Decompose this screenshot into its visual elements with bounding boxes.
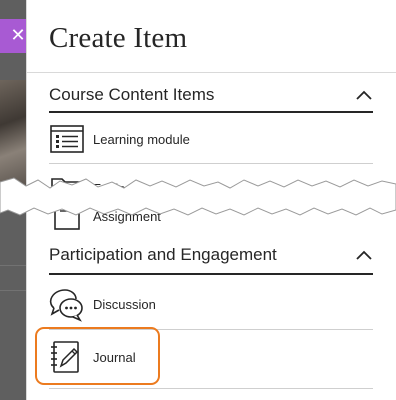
chevron-up-icon <box>355 246 373 264</box>
journal-highlight-box <box>35 327 160 385</box>
item-discussion[interactable]: Discussion <box>49 284 373 324</box>
section-label: Course Content Items <box>49 85 215 104</box>
background-divider <box>0 265 26 266</box>
item-label: Learning module <box>93 131 190 147</box>
title-divider <box>27 72 396 73</box>
section-header-course-content[interactable]: Course Content Items <box>49 80 373 110</box>
learning-module-icon <box>49 121 85 157</box>
item-divider <box>49 163 373 164</box>
background-divider <box>0 290 26 291</box>
item-label: Discussion <box>93 296 156 312</box>
panel-title: Create Item <box>49 22 188 54</box>
discussion-icon <box>49 286 85 322</box>
section-divider <box>49 273 373 275</box>
torn-edge-overlay <box>0 177 396 216</box>
section-header-participation[interactable]: Participation and Engagement <box>49 240 373 270</box>
chevron-up-icon <box>355 86 373 104</box>
item-divider <box>49 388 373 389</box>
close-icon: ✕ <box>10 25 26 46</box>
section-label: Participation and Engagement <box>49 245 277 264</box>
section-divider <box>49 111 373 113</box>
item-learning-module[interactable]: Learning module <box>49 119 373 159</box>
